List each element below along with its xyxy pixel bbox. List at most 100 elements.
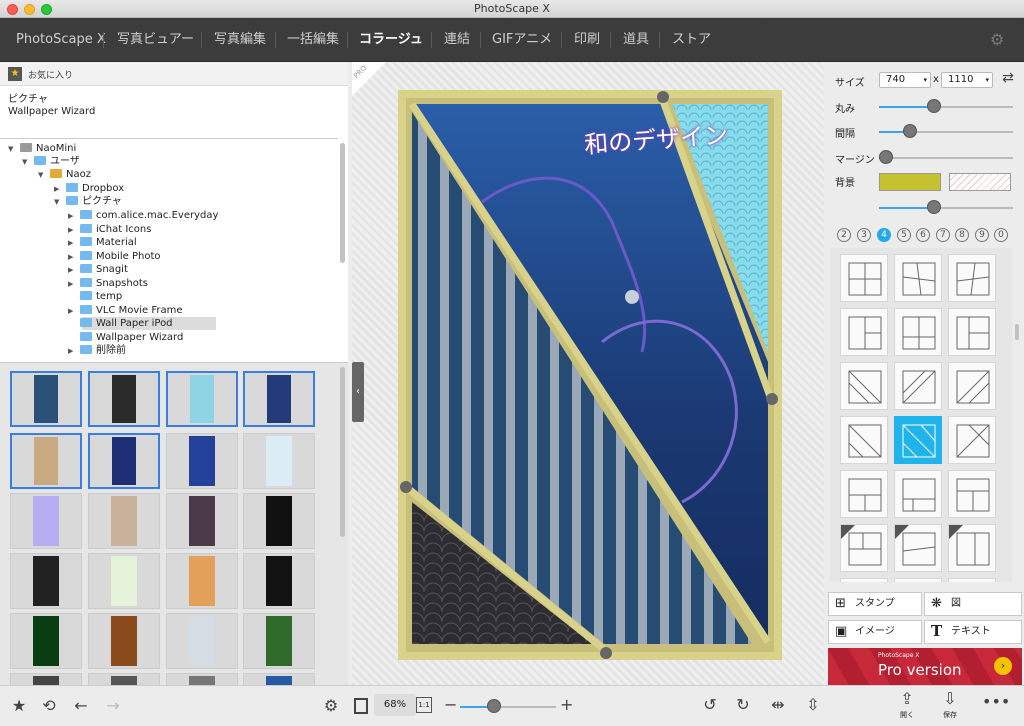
handle-right[interactable]: [766, 393, 778, 405]
browser-settings-gear-icon[interactable]: ⚙: [322, 696, 340, 715]
more-options-icon[interactable]: •••: [982, 692, 1010, 711]
thumbnail[interactable]: [166, 433, 238, 489]
tree-item-snapshots[interactable]: ▶ Snapshots: [68, 277, 148, 290]
layout-option-selected[interactable]: [894, 416, 942, 464]
tree-item-vlc-movie-frame[interactable]: ▶ VLC Movie Frame: [68, 304, 183, 317]
tree-item-pictures[interactable]: ▼ ピクチャ: [54, 195, 122, 208]
nav-tools[interactable]: 道具: [623, 18, 649, 62]
layout-option[interactable]: [948, 362, 996, 410]
thumbnail[interactable]: [10, 493, 82, 549]
layout-option[interactable]: [894, 308, 942, 356]
thumbnail[interactable]: [88, 673, 160, 685]
panel-toggle-icon[interactable]: [354, 698, 368, 714]
tree-item-naomini[interactable]: ▼ NaoMini: [8, 142, 76, 155]
thumbnail[interactable]: [88, 493, 160, 549]
photo-count-5[interactable]: 5: [897, 228, 911, 242]
handle-top[interactable]: [657, 91, 669, 103]
open-icon[interactable]: ⇪: [896, 689, 918, 708]
layout-option[interactable]: [948, 308, 996, 356]
thumbnail[interactable]: [243, 613, 315, 669]
image-button[interactable]: ▣ イメージ: [828, 620, 922, 644]
tree-item-before-delete[interactable]: ▶ 削除前: [68, 344, 126, 357]
layout-option[interactable]: [948, 470, 996, 518]
nav-photo-editor[interactable]: 写真編集: [214, 18, 266, 62]
collapse-panel-button[interactable]: ‹: [352, 362, 364, 422]
layout-option[interactable]: [894, 362, 942, 410]
thumbnail[interactable]: [10, 433, 82, 489]
thumbnail[interactable]: [243, 371, 315, 427]
tree-item-wall-paper-ipod[interactable]: Wall Paper iPod: [68, 317, 173, 330]
nav-photo-viewer[interactable]: 写真ビュアー: [117, 18, 194, 62]
close-window-button[interactable]: [7, 4, 18, 15]
thumbnail[interactable]: [243, 433, 315, 489]
handle-bottom[interactable]: [600, 647, 612, 659]
layout-option[interactable]: [894, 524, 942, 572]
thumbnail[interactable]: [166, 371, 238, 427]
layout-option[interactable]: [894, 578, 942, 582]
photo-count-2[interactable]: 2: [837, 228, 851, 242]
thumbnail[interactable]: [166, 613, 238, 669]
thumbnail[interactable]: [243, 553, 315, 609]
actual-size-button[interactable]: 1:1: [416, 697, 432, 713]
background-opacity-slider[interactable]: [879, 200, 1013, 214]
thumbnail[interactable]: [10, 613, 82, 669]
pro-version-banner[interactable]: PhotoScape X Pro version ›: [828, 648, 1022, 685]
layout-option[interactable]: [948, 578, 996, 582]
photo-count-4[interactable]: 4: [877, 228, 891, 242]
text-button[interactable]: T テキスト: [924, 620, 1022, 644]
tree-item-ichat-icons[interactable]: ▶ iChat Icons: [68, 223, 151, 236]
zoom-slider-knob[interactable]: [487, 699, 501, 713]
photo-count-3[interactable]: 3: [857, 228, 871, 242]
swap-size-icon[interactable]: ⇄: [999, 70, 1017, 86]
layout-option[interactable]: [840, 470, 888, 518]
thumbnail[interactable]: [166, 673, 238, 685]
zoom-out-icon[interactable]: −: [444, 695, 457, 714]
layout-option[interactable]: [840, 524, 888, 572]
layout-option[interactable]: [894, 254, 942, 302]
layout-option[interactable]: [948, 524, 996, 572]
nav-store[interactable]: ストア: [672, 18, 711, 62]
thumbnail[interactable]: [166, 493, 238, 549]
settings-gear-icon[interactable]: ⚙: [990, 32, 1006, 48]
tree-item-naoz[interactable]: ▼ Naoz: [38, 168, 91, 181]
thumbnail[interactable]: [88, 553, 160, 609]
refresh-icon[interactable]: ⟲: [40, 696, 58, 715]
nav-print[interactable]: 印刷: [574, 18, 600, 62]
save-icon[interactable]: ⇩: [939, 689, 961, 708]
tree-item-everyday[interactable]: ▶ com.alice.mac.Everyday: [68, 209, 218, 222]
nav-gif-animation[interactable]: GIFアニメ: [492, 18, 552, 62]
margin-knob[interactable]: [879, 150, 893, 164]
spacing-knob[interactable]: [903, 124, 917, 138]
background-pattern-swatch[interactable]: [949, 173, 1011, 191]
width-select[interactable]: 740 ▾: [879, 72, 931, 88]
photo-count-7[interactable]: 7: [936, 228, 950, 242]
handle-left[interactable]: [400, 481, 412, 493]
thumbnail[interactable]: [243, 493, 315, 549]
nav-collage[interactable]: コラージュ: [359, 18, 423, 62]
tree-item-snagit[interactable]: ▶ Snagit: [68, 263, 128, 276]
photo-count-9[interactable]: 9: [975, 228, 989, 242]
thumbnail[interactable]: [88, 433, 160, 489]
tree-item-dropbox[interactable]: ▶ Dropbox: [54, 182, 124, 195]
flip-horizontal-icon[interactable]: ⇹: [768, 695, 788, 714]
layout-option[interactable]: [948, 416, 996, 464]
favorite-star-icon[interactable]: ★: [10, 696, 28, 715]
open-label[interactable]: 開く: [896, 710, 918, 720]
roundness-knob[interactable]: [927, 99, 941, 113]
thumbnail[interactable]: [88, 613, 160, 669]
nav-combine[interactable]: 連結: [444, 18, 470, 62]
roundness-slider[interactable]: [879, 99, 1013, 113]
tree-item-users[interactable]: ▼ ユーザ: [22, 155, 80, 168]
minimize-window-button[interactable]: [24, 4, 35, 15]
save-label[interactable]: 保存: [939, 710, 961, 720]
background-color-swatch[interactable]: [879, 173, 941, 191]
photo-count-8[interactable]: 8: [955, 228, 969, 242]
favorite-item-wallpaper-wizard[interactable]: Wallpaper Wizard: [8, 106, 95, 117]
tree-item-mobile-photo[interactable]: ▶ Mobile Photo: [68, 250, 161, 263]
tree-scrollbar[interactable]: [340, 143, 345, 263]
height-select[interactable]: 1110 ▾: [941, 72, 993, 88]
zoom-in-icon[interactable]: +: [560, 695, 573, 714]
background-opacity-knob[interactable]: [927, 200, 941, 214]
zoom-level[interactable]: 68%: [374, 694, 416, 716]
shape-button[interactable]: ❋ 図: [924, 592, 1022, 616]
